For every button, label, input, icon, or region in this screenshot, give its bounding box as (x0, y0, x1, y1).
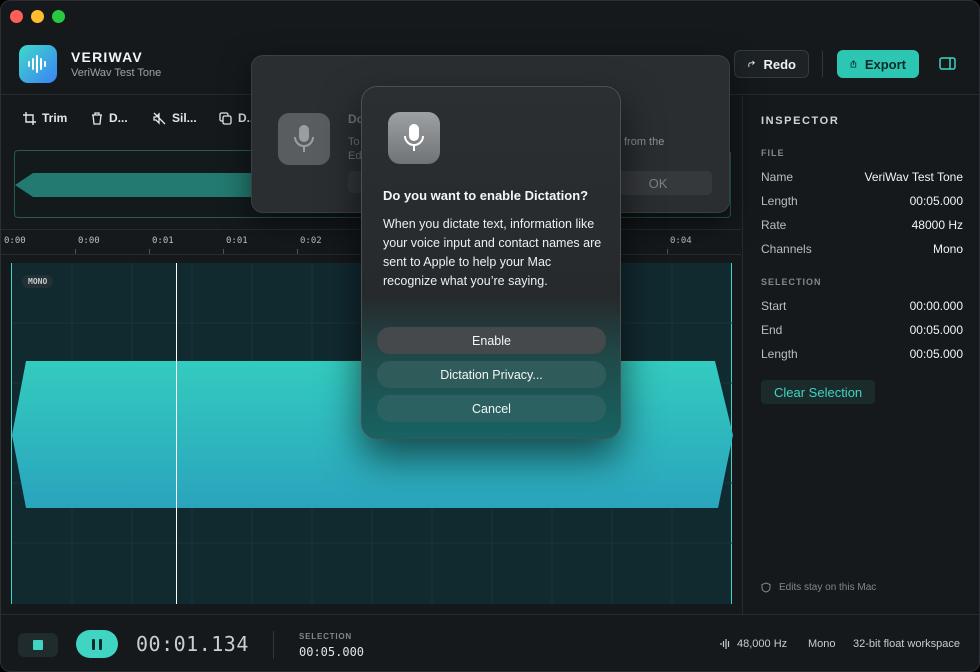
waveform-icon (720, 639, 730, 649)
selection-section-label: SELECTION (761, 277, 822, 287)
ruler-tick-label: 0:00 (78, 236, 100, 246)
delete-tool-button[interactable]: D... (91, 111, 128, 125)
row-key: Start (761, 299, 787, 313)
row-value: 48000 Hz (911, 218, 963, 232)
row-value: 00:05.000 (909, 194, 963, 208)
row-key: Name (761, 170, 794, 184)
row-value: 00:05.000 (909, 323, 963, 337)
ruler-tick (75, 249, 76, 254)
channels-status: Mono (808, 638, 836, 650)
export-label: Export (864, 56, 906, 72)
enable-button[interactable]: Enable (377, 327, 606, 354)
sample-rate-status: 48,000 Hz (720, 638, 787, 650)
silence-tool-button[interactable]: Sil... (153, 111, 197, 125)
zoom-window-button[interactable] (52, 10, 65, 23)
cancel-button[interactable]: Cancel (377, 395, 606, 422)
window-controls (10, 10, 65, 23)
duplicate-icon (219, 111, 232, 125)
pause-icon (92, 638, 95, 650)
selection-label: SELECTION (299, 632, 352, 641)
pause-button[interactable] (76, 630, 118, 658)
sidebar-toggle-icon[interactable] (938, 55, 958, 73)
playback-timecode: 00:01.134 (136, 632, 249, 656)
stop-icon (33, 640, 43, 650)
row-value: 00:00.000 (909, 299, 963, 313)
ruler-tick (223, 249, 224, 254)
silence-label: Sil... (172, 111, 197, 125)
trim-tool-button[interactable]: Trim (23, 111, 67, 125)
mute-icon (153, 111, 166, 125)
ruler-tick (297, 249, 298, 254)
trash-icon (92, 111, 102, 125)
ruler-tick-label: 0:02 (300, 236, 322, 246)
inspector-row: Channels Mono (761, 242, 963, 256)
bg-dialog-text: from the (624, 136, 665, 148)
share-icon (850, 60, 857, 68)
redo-label: Redo (763, 56, 797, 72)
microphone-icon (278, 113, 330, 165)
minimize-window-button[interactable] (31, 10, 44, 23)
bg-dialog-text: Ed (348, 150, 362, 162)
row-key: Length (761, 347, 798, 361)
dialog-title: Do you want to enable Dictation? (383, 188, 589, 203)
dialog-message: When you dictate text, information like … (383, 217, 602, 288)
row-value: Mono (932, 242, 963, 256)
microphone-icon (388, 112, 440, 164)
sample-rate-text: 48,000 Hz (737, 638, 788, 650)
privacy-note: Edits stay on this Mac (761, 582, 876, 593)
waveform-app-icon (19, 45, 57, 83)
ruler-tick-label: 0:01 (226, 236, 248, 246)
project-name: VeriWav Test Tone (71, 67, 162, 79)
inspector-row: Name VeriWav Test Tone (761, 170, 963, 184)
dictation-dialog: Do you want to enable Dictation? When yo… (361, 86, 621, 439)
crop-icon (23, 111, 36, 125)
ruler-tick (149, 249, 150, 254)
row-key: Channels (761, 242, 812, 256)
delete-label: D... (109, 111, 128, 125)
transport-divider (273, 631, 274, 659)
stop-button[interactable] (18, 633, 58, 657)
row-value: 00:05.000 (909, 347, 963, 361)
clear-selection-button[interactable]: Clear Selection (761, 380, 876, 404)
close-window-button[interactable] (10, 10, 23, 23)
header-divider (822, 51, 823, 77)
bg-dialog-text: To (348, 136, 360, 148)
privacy-note-text: Edits stay on this Mac (779, 582, 877, 593)
dictation-privacy-button[interactable]: Dictation Privacy... (377, 361, 606, 388)
ruler-tick-label: 0:00 (4, 236, 26, 246)
channel-badge: MONO (22, 275, 54, 288)
file-section-label: FILE (761, 148, 785, 158)
redo-button[interactable]: Redo (734, 50, 809, 78)
export-button[interactable]: Export (837, 50, 919, 78)
shield-icon (761, 582, 771, 593)
ruler-tick-label: 0:04 (670, 236, 692, 246)
inspector-row: Start 00:00.000 (761, 299, 963, 313)
selection-length: 00:05.000 (299, 645, 365, 659)
transport-bar: 00:01.134 SELECTION 00:05.000 48,000 Hz … (1, 614, 979, 671)
inspector-row: Length 00:05.000 (761, 347, 963, 361)
app-window: VERIWAV VeriWav Test Tone Redo Export Tr… (0, 0, 980, 672)
app-title: VERIWAV (71, 49, 143, 65)
inspector-title: INSPECTOR (761, 115, 840, 127)
row-value: VeriWav Test Tone (864, 170, 964, 184)
ruler-tick (667, 249, 668, 254)
row-key: End (761, 323, 783, 337)
inspector-row: End 00:05.000 (761, 323, 963, 337)
workspace-status: 32-bit float workspace (853, 638, 960, 650)
redo-icon (748, 60, 755, 68)
trim-label: Trim (42, 111, 68, 125)
row-key: Length (761, 194, 798, 208)
row-key: Rate (761, 218, 787, 232)
inspector-panel: INSPECTOR FILE Name VeriWav Test Tone Le… (742, 96, 979, 614)
ruler-tick-label: 0:01 (152, 236, 174, 246)
inspector-row: Rate 48000 Hz (761, 218, 963, 232)
playhead[interactable] (176, 263, 177, 604)
inspector-row: Length 00:05.000 (761, 194, 963, 208)
